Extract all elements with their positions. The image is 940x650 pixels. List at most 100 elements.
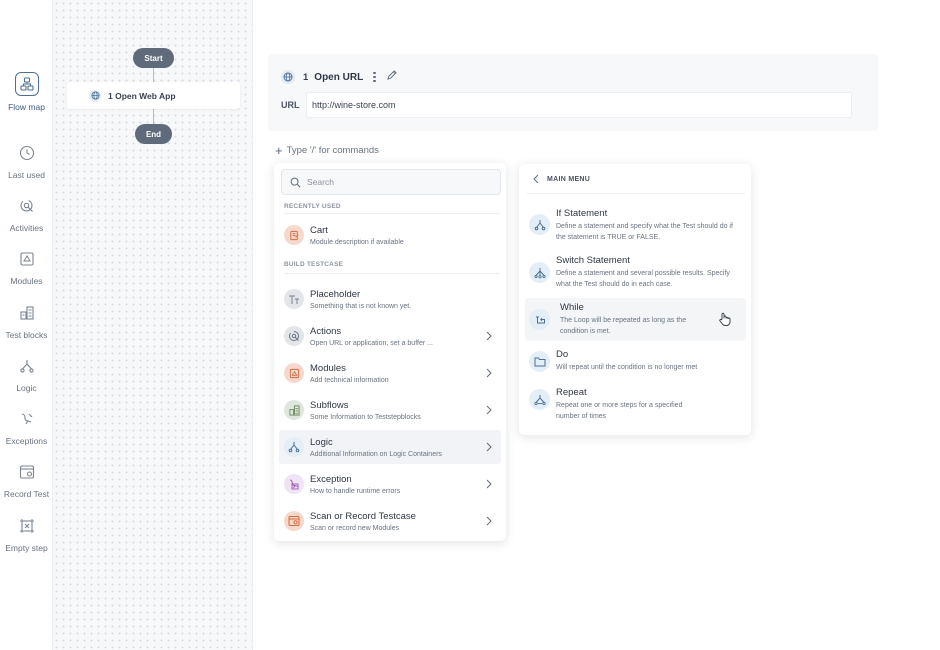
flow-step-node[interactable]: 1 Open Web App [67,82,240,109]
command-hint-text: Type '/' for commands [286,145,379,156]
test-blocks-icon [16,302,38,324]
back-label: MAIN MENU [547,175,591,183]
menu-item-exception[interactable]: Exception How to handle runtime errors [279,467,501,501]
logic-submenu: MAIN MENU If Statement Define a statemen… [519,164,751,435]
url-input[interactable]: http://wine-store.com [306,92,852,118]
url-label: URL [281,100,300,110]
section-title-recent: RECENTLY USED [284,203,341,210]
menu-item-subflows[interactable]: Subflows Some Information to Teststepblo… [279,393,501,427]
kebab-menu-icon[interactable] [373,71,376,83]
nav-label: Record Test [3,489,50,499]
nav-item-last-used[interactable]: Last used [0,142,53,180]
submenu-item-title: If Statement [556,208,608,219]
hand-cursor-icon [718,312,731,331]
submenu-item-title: While [560,302,584,313]
repeat-icon [529,389,550,410]
switch-icon [529,262,550,283]
exceptions-icon [284,474,304,494]
step-number: 1 [303,71,309,83]
command-menu: Search RECENTLY USED Cart Module descrip… [274,163,506,541]
text-placeholder-icon [284,289,304,309]
modules-icon [16,248,38,270]
flow-connector [153,109,154,124]
menu-item-logic[interactable]: Logic Additional Information on Logic Co… [279,430,501,464]
menu-item-actions[interactable]: Actions Open URL or application, set a b… [279,319,501,353]
back-to-main-menu[interactable]: MAIN MENU [533,174,590,184]
menu-item-title: Cart [310,224,328,236]
empty-step-icon [16,515,38,537]
chevron-right-icon [483,405,495,415]
nav-item-flow-map[interactable]: Flow map [0,72,53,112]
flow-connector [153,68,154,82]
submenu-item-title: Do [556,349,569,360]
logic-icon [16,355,38,377]
test-blocks-icon [284,400,304,420]
chevron-left-icon [533,174,539,184]
menu-item-desc: Open URL or application, set a buffer ..… [310,339,433,347]
step-header: 1 Open URL [281,68,397,86]
folder-icon [529,351,550,372]
menu-item-placeholder[interactable]: Placeholder Something that is not known … [279,282,501,316]
submenu-item-title: Switch Statement [556,255,630,266]
plus-icon: + [275,142,283,158]
menu-item-desc: Additional Information on Logic Containe… [310,450,442,458]
submenu-item-desc: The Loop will be repeated as long as the… [560,317,687,335]
flow-end-node[interactable]: End [135,124,172,144]
nav-item-logic[interactable]: Logic [0,355,53,393]
step-title: Open URL [314,71,364,83]
flow-canvas[interactable]: Start 1 Open Web App End [53,0,253,650]
search-icon [290,177,301,187]
exceptions-icon [16,408,38,430]
flow-map-icon [14,72,39,96]
submenu-item-while[interactable]: While The Loop will be repeated as long … [525,298,746,341]
chevron-right-icon [483,479,495,489]
search-input[interactable]: Search [281,169,501,195]
menu-item-title: Modules [310,362,346,374]
chevron-right-icon [483,516,495,526]
command-input[interactable]: + Type '/' for commands [275,142,379,158]
record-icon [284,511,304,531]
submenu-item-switch-statement[interactable]: Switch Statement Define a statement and … [525,252,746,296]
nav-item-record-test[interactable]: Record Test [0,461,53,499]
menu-item-desc: How to handle runtime errors [310,487,401,495]
activities-icon [284,326,304,346]
submenu-item-desc: Define a statement and specify what the … [556,223,733,241]
branch-icon [529,214,550,235]
edit-icon[interactable] [386,68,397,86]
submenu-item-if-statement[interactable]: If Statement Define a statement and spec… [525,204,746,248]
flow-step-label: 1 Open Web App [108,90,176,101]
globe-icon [89,89,101,102]
submenu-item-title: Repeat [556,387,587,398]
submenu-item-desc: Repeat one or more steps for a specified… [556,402,683,420]
menu-item-modules[interactable]: Modules Add technical information [279,356,501,390]
flow-start-node[interactable]: Start [133,48,174,68]
menu-item-title: Logic [310,436,333,448]
divider [284,273,500,274]
modules-icon [284,363,304,383]
menu-item-title: Scan or Record Testcase [310,510,416,522]
submenu-item-do[interactable]: Do Will repeat until the condition is no… [525,345,746,381]
loop-icon [529,309,550,330]
menu-item-desc: Some Information to Teststepblocks [310,413,421,421]
chevron-right-icon [483,442,495,452]
nav-item-activities[interactable]: Activities [0,195,53,233]
menu-item-cart[interactable]: Cart Module description if available [279,218,501,252]
nav-item-test-blocks[interactable]: Test blocks [0,302,53,340]
nav-item-empty-step[interactable]: Empty step [0,515,53,553]
logic-icon [284,437,304,457]
nav-item-exceptions[interactable]: Exceptions [0,408,53,446]
nav-item-modules[interactable]: Modules [0,248,53,286]
nav-label: Modules [10,276,43,286]
nav-label: Empty step [5,543,48,553]
menu-item-desc: Scan or record new Modules [310,524,400,532]
menu-item-desc: Add technical information [310,376,389,384]
submenu-item-desc: Will repeat until the condition is no lo… [556,364,698,371]
record-icon [16,461,38,483]
menu-item-scan-record[interactable]: Scan or Record Testcase Scan or record n… [279,504,501,538]
section-title-build: BUILD TESTCASE [284,261,344,268]
cart-icon [284,225,304,245]
menu-item-desc: Something that is not known yet. [310,302,412,310]
step-card: 1 Open URL URL http://wine-store.com [268,54,878,131]
nav-label: Test blocks [5,330,48,340]
submenu-item-repeat[interactable]: Repeat Repeat one or more steps for a sp… [525,383,746,427]
